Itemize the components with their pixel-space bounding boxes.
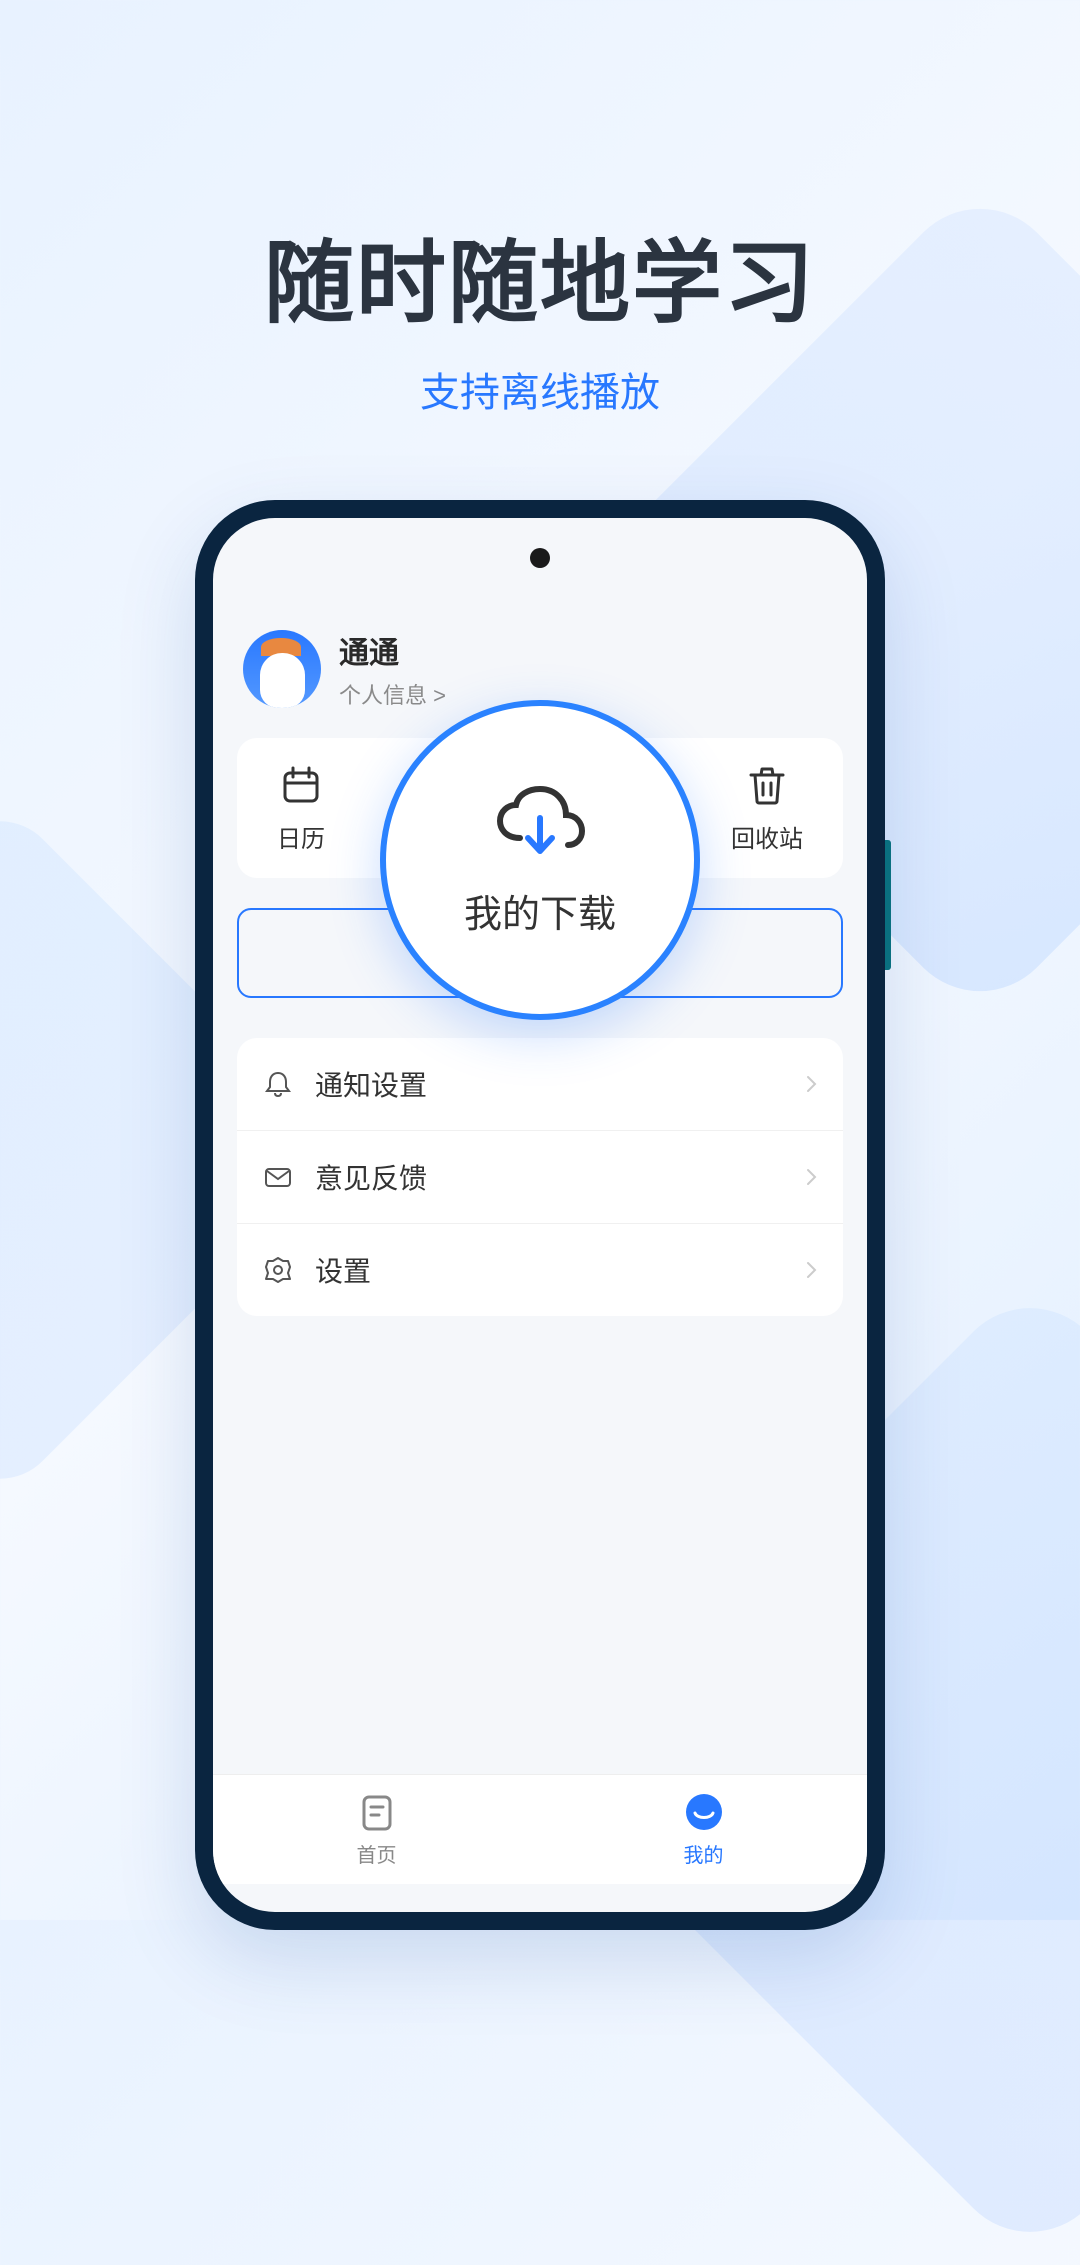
avatar-duck-deco [260, 653, 305, 708]
calendar-label: 日历 [277, 819, 325, 854]
mail-icon [261, 1160, 295, 1194]
settings-item[interactable]: 设置 [237, 1224, 843, 1316]
calendar-icon [279, 763, 323, 807]
document-icon [356, 1791, 398, 1833]
settings-list: 通知设置 意见反馈 [237, 1038, 843, 1316]
download-feature-highlight[interactable]: 我的下载 [380, 700, 700, 1020]
notify-label: 通知设置 [315, 1064, 803, 1104]
notify-settings-item[interactable]: 通知设置 [237, 1038, 843, 1131]
chevron-right-icon [803, 1260, 819, 1280]
bottom-nav: 首页 我的 [213, 1774, 867, 1884]
bell-icon [261, 1067, 295, 1101]
nav-home[interactable]: 首页 [277, 1791, 477, 1868]
nav-home-label: 首页 [357, 1839, 397, 1868]
recycle-button[interactable]: 回收站 [731, 763, 803, 854]
feedback-item[interactable]: 意见反馈 [237, 1131, 843, 1224]
nav-mine[interactable]: 我的 [604, 1791, 804, 1868]
avatar[interactable] [243, 630, 321, 708]
calendar-button[interactable]: 日历 [277, 763, 325, 854]
cloud-download-icon [490, 783, 590, 863]
download-label: 我的下载 [464, 883, 616, 938]
chevron-right-icon [803, 1167, 819, 1187]
hero-subtitle: 支持离线播放 [0, 360, 1080, 418]
feedback-label: 意见反馈 [315, 1157, 803, 1197]
chevron-right-icon [803, 1074, 819, 1094]
recycle-label: 回收站 [731, 819, 803, 854]
smile-icon [683, 1791, 725, 1833]
phone-side-button [885, 840, 891, 970]
profile-text: 通通 个人信息 > [339, 628, 446, 710]
nav-mine-label: 我的 [684, 1839, 724, 1868]
gear-icon [261, 1253, 295, 1287]
trash-icon [745, 763, 789, 807]
profile-info-link[interactable]: 个人信息 > [339, 678, 446, 710]
profile-name: 通通 [339, 628, 446, 672]
profile-section[interactable]: 通通 个人信息 > [243, 628, 446, 710]
hero-title: 随时随地学习 [0, 210, 1080, 340]
phone-camera [530, 548, 550, 568]
settings-label: 设置 [315, 1250, 803, 1290]
